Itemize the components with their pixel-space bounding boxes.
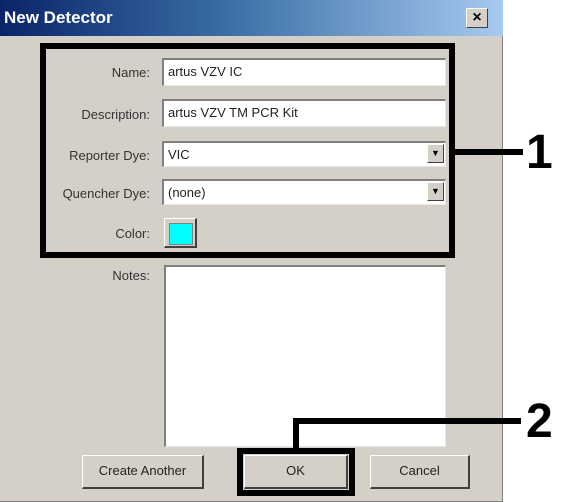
callout-number-2: 2	[526, 395, 553, 448]
callout-line-2b	[293, 418, 521, 424]
title-bar: New Detector ×	[0, 0, 503, 36]
close-icon: ×	[472, 9, 482, 26]
callout-box-2	[237, 448, 355, 496]
dialog-title: New Detector	[4, 8, 113, 27]
close-button[interactable]: ×	[466, 8, 488, 28]
callout-line-1	[455, 149, 523, 155]
callout-number-1: 1	[526, 126, 553, 179]
notes-label: Notes:	[112, 268, 150, 283]
cancel-button[interactable]: Cancel	[370, 455, 470, 489]
create-another-button[interactable]: Create Another	[82, 455, 204, 489]
callout-box-1	[40, 43, 455, 258]
